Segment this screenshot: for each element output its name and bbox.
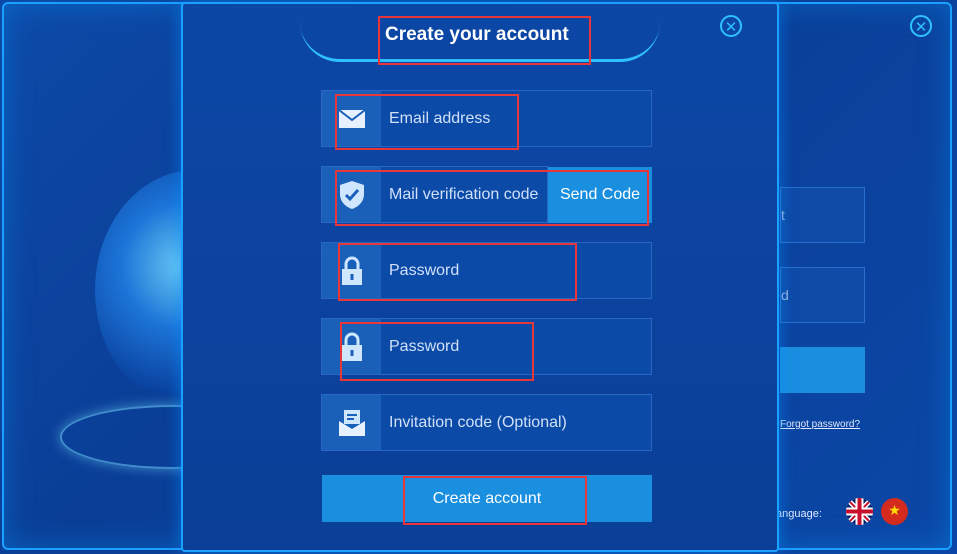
envelope-icon (322, 91, 381, 146)
confirm-password-field[interactable]: Password (321, 318, 652, 375)
forgot-password-link[interactable]: Forgot password? (780, 419, 860, 430)
modal-title: Create your account (385, 24, 569, 45)
lock-icon (322, 243, 381, 298)
email-field[interactable]: Email address (321, 90, 652, 147)
uk-flag-icon[interactable] (846, 498, 873, 525)
invitation-icon (322, 395, 381, 450)
email-placeholder: Email address (389, 110, 491, 127)
close-icon[interactable]: ✕ (720, 15, 742, 37)
verification-code-placeholder: Mail verification code (389, 186, 539, 203)
create-account-button[interactable]: Create account (322, 475, 652, 522)
invitation-code-field[interactable]: Invitation code (Optional) (321, 394, 652, 451)
invitation-code-placeholder: Invitation code (Optional) (389, 414, 567, 431)
close-icon[interactable]: ✕ (910, 15, 932, 37)
lock-icon (322, 319, 381, 374)
background-login-password-text: d (781, 287, 789, 303)
password-placeholder: Password (389, 262, 460, 279)
shield-check-icon (322, 167, 381, 222)
verification-code-field[interactable]: Mail verification code (321, 166, 548, 223)
confirm-password-placeholder: Password (389, 338, 460, 355)
background-login-password-input[interactable]: d (780, 267, 865, 323)
password-field[interactable]: Password (321, 242, 652, 299)
background-login-input-text: t (781, 207, 785, 223)
background-login-button[interactable] (780, 347, 865, 393)
cn-flag-icon[interactable]: ★ (881, 498, 908, 525)
send-code-button[interactable]: Send Code (548, 167, 652, 223)
language-label: anguage: (776, 508, 822, 520)
background-login-input[interactable]: t (780, 187, 865, 243)
